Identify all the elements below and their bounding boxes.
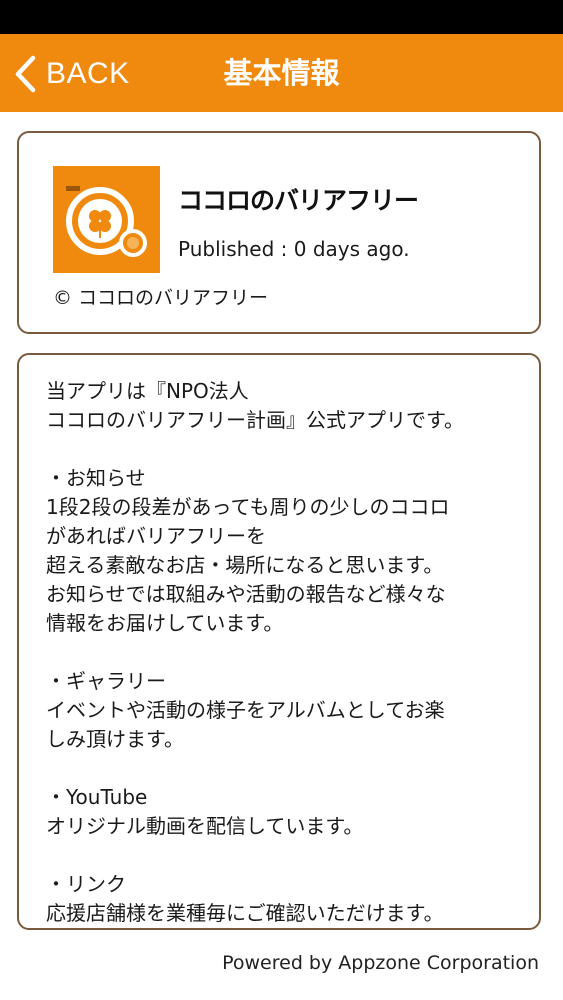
back-button[interactable]: BACK bbox=[12, 52, 130, 96]
description-line bbox=[46, 754, 526, 783]
section-heading-youtube: ・YouTube bbox=[46, 785, 148, 809]
description-line: 当アプリは『NPO法人 bbox=[46, 379, 249, 403]
description-line: 1段2段の段差があっても周りの少しのココロ bbox=[46, 495, 450, 519]
description-line bbox=[46, 435, 526, 464]
description-line: 情報をお届けしています。 bbox=[46, 611, 284, 635]
description-text: 当アプリは『NPO法人 ココロのバリアフリー計画』公式アプリです。 ・お知らせ … bbox=[46, 377, 526, 928]
description-line: オリジナル動画を配信しています。 bbox=[46, 814, 364, 838]
back-label: BACK bbox=[46, 57, 130, 90]
description-line: ココロのバリアフリー計画』公式アプリです。 bbox=[46, 408, 464, 432]
copyright-text: © ココロのバリアフリー bbox=[53, 287, 269, 309]
app-name: ココロのバリアフリー bbox=[178, 186, 419, 215]
description-line: があればバリアフリーを bbox=[46, 524, 266, 548]
description-line: 超える素敵なお店・場所になると思います。 bbox=[46, 553, 444, 577]
description-line: イベントや活動の様子をアルバムとしてお楽 bbox=[46, 698, 445, 722]
description-card: 当アプリは『NPO法人 ココロのバリアフリー計画』公式アプリです。 ・お知らせ … bbox=[17, 353, 541, 930]
app-info-card: ココロのバリアフリー Published : 0 days ago. © ココロ… bbox=[17, 131, 541, 334]
description-line bbox=[46, 638, 526, 667]
section-heading-links: ・リンク bbox=[46, 872, 126, 896]
chevron-left-icon bbox=[12, 54, 38, 94]
published-date: Published : 0 days ago. bbox=[178, 237, 410, 261]
description-line: しみ頂けます。 bbox=[46, 727, 184, 751]
description-line: 応援店舗様を業種毎にご確認いただけます。 bbox=[46, 901, 444, 925]
footer-credit: Powered by Appzone Corporation bbox=[222, 952, 539, 974]
section-heading-gallery: ・ギャラリー bbox=[46, 669, 166, 693]
description-line: お知らせでは取組みや活動の報告など様々な bbox=[46, 582, 446, 606]
status-bar bbox=[0, 0, 563, 34]
clover-logo-icon bbox=[53, 166, 160, 273]
section-heading-news: ・お知らせ bbox=[46, 466, 146, 490]
description-line bbox=[46, 841, 526, 870]
navigation-bar: BACK 基本情報 bbox=[0, 34, 563, 112]
